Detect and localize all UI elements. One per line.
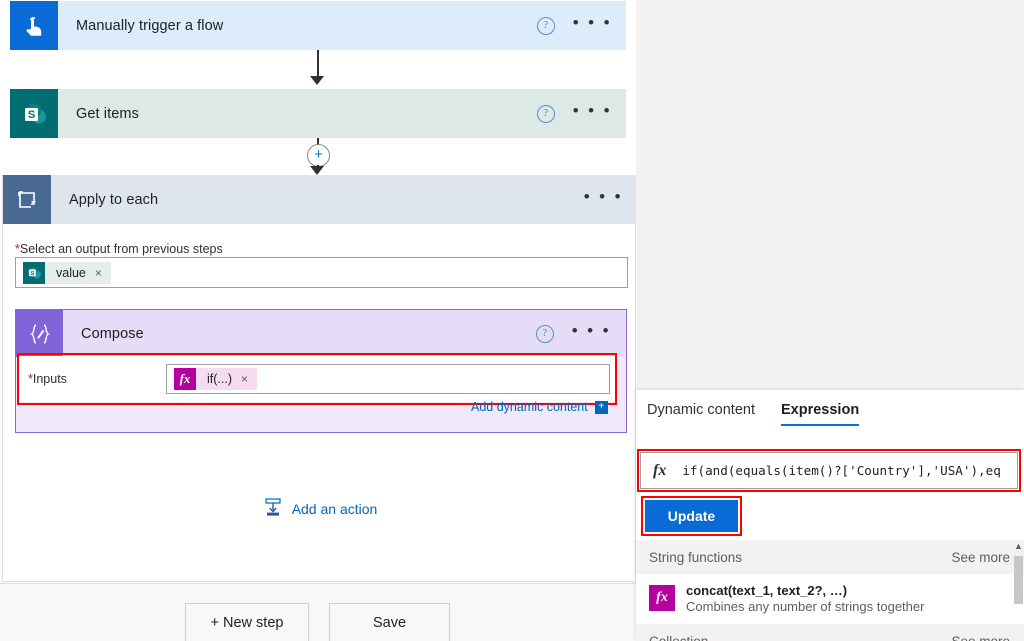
remove-token-icon[interactable]: × [241, 372, 248, 386]
add-dynamic-content-link[interactable]: Add dynamic content + [471, 400, 608, 414]
get-items-title: Get items [76, 105, 139, 122]
compose-inputs-input[interactable]: fx if(...) × [166, 364, 610, 394]
panel-scrollbar-thumb[interactable] [1014, 556, 1023, 604]
more-menu-icon[interactable]: • • • [573, 102, 612, 121]
get-items-actions: ? • • • [536, 102, 612, 123]
if-token-body: if(...) × [196, 368, 258, 390]
function-item-concat[interactable]: fx concat(text_1, text_2?, …) Combines a… [636, 574, 1024, 622]
function-name: concat(text_1, text_2?, …) [686, 582, 848, 598]
connector-arrow-2 [310, 166, 324, 175]
svg-text:S: S [30, 270, 34, 276]
value-token-label: value [56, 265, 86, 280]
power-automate-flow-designer: Manually trigger a flow ? • • • S Get it… [0, 0, 1024, 641]
compose-card-body: Compose ? • • • [63, 310, 625, 357]
see-more-link[interactable]: See more [951, 634, 1010, 641]
section-header-string-functions: String functions See more [636, 540, 1024, 574]
add-dynamic-content-badge: + [594, 400, 608, 414]
flow-step-get-items[interactable]: S Get items ? • • • [10, 89, 626, 138]
help-icon[interactable]: ? [535, 324, 554, 343]
flow-step-apply-to-each[interactable]: Apply to each • • • *Select an output fr… [2, 175, 636, 582]
scroll-up-arrow-icon[interactable]: ▲ [1013, 540, 1024, 552]
expression-editor-input[interactable]: fx if(and(equals(item()?['Country'],'USA… [640, 452, 1018, 489]
sharepoint-token-icon: S [23, 261, 45, 284]
svg-text:S: S [28, 109, 35, 121]
select-output-label-text: Select an output from previous steps [19, 242, 223, 256]
save-button[interactable]: Save [329, 603, 450, 641]
compose-header[interactable]: Compose ? • • • [16, 310, 625, 357]
select-output-input[interactable]: S value × [15, 257, 628, 288]
help-icon[interactable]: ? [536, 104, 555, 123]
panel-tab-strip: Dynamic content Expression [636, 390, 1024, 430]
help-icon[interactable]: ? [536, 16, 555, 35]
add-dynamic-content-label: Add dynamic content [471, 400, 588, 414]
trigger-title: Manually trigger a flow [76, 17, 224, 34]
tab-dynamic-content[interactable]: Dynamic content [647, 390, 755, 430]
fx-icon: fx [653, 461, 667, 479]
inputs-label: *Inputs [28, 372, 168, 386]
apply-to-each-header[interactable]: Apply to each • • • [3, 175, 636, 224]
more-menu-icon[interactable]: • • • [572, 322, 611, 341]
tap-hand-icon [10, 1, 58, 50]
insert-step-button[interactable]: + [307, 144, 330, 167]
sharepoint-icon: S [10, 89, 58, 138]
apply-to-each-actions: • • • [584, 188, 623, 207]
insert-action-icon [263, 497, 283, 520]
tab-expression[interactable]: Expression [781, 390, 860, 430]
flow-step-manually-trigger[interactable]: Manually trigger a flow ? • • • [10, 1, 626, 50]
select-output-label: *Select an output from previous steps [15, 242, 223, 256]
update-button[interactable]: Update [645, 500, 738, 532]
section-title: Collection [649, 633, 709, 641]
section-title: String functions [649, 549, 743, 565]
see-more-link[interactable]: See more [951, 550, 1010, 565]
more-menu-icon[interactable]: • • • [573, 14, 612, 33]
inputs-label-text: Inputs [32, 372, 67, 386]
compose-braces-icon [16, 310, 63, 357]
section-header-collection: Collection See more [636, 624, 1024, 641]
new-step-button[interactable]: + New step [185, 603, 309, 641]
compose-title: Compose [81, 325, 144, 342]
compose-actions: ? • • • [535, 322, 611, 343]
connector-line-1 [317, 50, 319, 78]
fx-icon: fx [649, 585, 675, 611]
trigger-actions: ? • • • [536, 14, 612, 35]
function-description: Combines any number of strings together [686, 598, 925, 614]
add-an-action-button[interactable]: Add an action [3, 497, 636, 520]
apply-to-each-title: Apply to each [69, 191, 159, 208]
expression-token-if[interactable]: fx if(...) × [174, 368, 258, 390]
value-token-body: value × [45, 261, 111, 284]
add-an-action-label: Add an action [291, 500, 378, 517]
more-menu-icon[interactable]: • • • [584, 188, 623, 207]
dynamic-token-value[interactable]: S value × [23, 261, 111, 284]
flow-canvas: Manually trigger a flow ? • • • S Get it… [0, 0, 636, 641]
remove-token-icon[interactable]: × [95, 266, 102, 280]
function-item-text: concat(text_1, text_2?, …) Combines any … [686, 583, 924, 614]
designer-footer [0, 583, 636, 641]
if-token-label: if(...) [207, 372, 232, 386]
connector-arrow-1 [310, 76, 324, 85]
fx-token-icon: fx [174, 368, 196, 390]
get-items-card-body: Get items ? • • • [58, 89, 626, 138]
expression-editor-value: if(and(equals(item()?['Country'],'USA'),… [682, 463, 1001, 478]
trigger-card-body: Manually trigger a flow ? • • • [58, 1, 626, 50]
loop-icon [3, 175, 51, 224]
apply-to-each-card-body: Apply to each • • • [51, 175, 636, 224]
